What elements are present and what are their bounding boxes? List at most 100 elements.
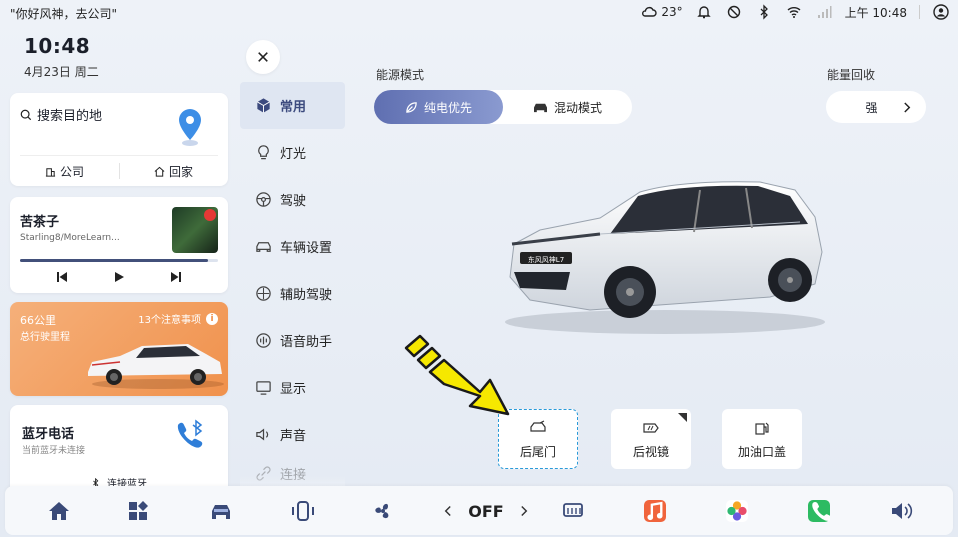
previous-icon xyxy=(57,272,68,282)
close-button[interactable] xyxy=(246,40,280,74)
dock-home-button[interactable] xyxy=(45,498,73,524)
dock-photos-app[interactable] xyxy=(723,498,751,524)
hybrid-car-icon xyxy=(533,103,547,112)
navigation-card[interactable]: 搜索目的地 公司 回家 xyxy=(10,93,228,186)
more-options-corner xyxy=(678,413,687,422)
car-icon xyxy=(254,238,272,256)
mini-car-image xyxy=(88,344,224,389)
status-time: 上午 10:48 xyxy=(844,5,907,20)
menu-item-lights[interactable]: 灯光 xyxy=(240,129,345,176)
dock-fan-button[interactable] xyxy=(369,498,397,524)
date: 4月23日 周二 xyxy=(24,65,99,79)
energy-option-ev-label: 纯电优先 xyxy=(423,100,472,115)
nav-work-label: 公司 xyxy=(59,165,84,179)
song-artist: Starling8/MoreLearn... xyxy=(20,233,120,243)
energy-option-ev[interactable]: 纯电优先 xyxy=(374,90,503,124)
previous-track-button[interactable] xyxy=(52,269,72,285)
tailgate-icon xyxy=(530,419,546,432)
fan-decrease-icon[interactable] xyxy=(443,504,452,518)
no-disturb-icon[interactable] xyxy=(725,3,743,21)
energy-mode-toggle[interactable]: 纯电优先 混动模式 xyxy=(374,90,632,124)
range-card[interactable]: 66公里 总行驶里程 13个注意事项 i xyxy=(10,302,228,396)
signal-icon xyxy=(815,3,833,21)
energy-option-hybrid[interactable]: 混动模式 xyxy=(503,90,632,124)
song-title: 苦茶子 xyxy=(20,215,60,230)
music-progress[interactable] xyxy=(20,259,218,262)
menu-label-driver-assist: 辅助驾驶 xyxy=(280,288,333,303)
bluetooth-icon[interactable] xyxy=(755,3,773,21)
wifi-icon[interactable] xyxy=(785,3,803,21)
info-icon: i xyxy=(206,312,218,325)
menu-label-common: 常用 xyxy=(280,100,307,115)
chevron-right-icon xyxy=(904,101,911,113)
dock-defrost-button[interactable] xyxy=(559,498,587,524)
temperature: 23° xyxy=(661,5,683,19)
menu-label-sound: 声音 xyxy=(280,429,307,444)
dock-seat-button[interactable] xyxy=(289,498,317,524)
regen-selector[interactable]: 强 xyxy=(826,91,926,123)
display-icon xyxy=(254,379,272,397)
music-card[interactable]: 苦茶子 Starling8/MoreLearn... xyxy=(10,197,228,293)
nav-home-button[interactable]: 回家 xyxy=(119,163,228,180)
rear-defrost-icon xyxy=(563,503,583,517)
tailgate-button[interactable]: 后尾门 xyxy=(498,409,578,469)
status-bar: "你好风神，去公司" 23° 上午 10:48 xyxy=(0,0,958,26)
phone-bluetooth-icon xyxy=(177,419,203,448)
search-label: 搜索目的地 xyxy=(37,109,103,124)
bt-status: 当前蓝牙未连接 xyxy=(22,446,86,456)
next-icon xyxy=(170,272,181,282)
menu-label-display: 显示 xyxy=(280,382,307,397)
settings-menu: 常用 灯光 驾驶 车辆设置 辅助驾驶 语音助手 显示 声音 连接 xyxy=(240,82,345,488)
menu-item-display[interactable]: 显示 xyxy=(240,364,345,411)
dock-phone-app[interactable] xyxy=(805,498,833,524)
menu-item-vehicle-settings[interactable]: 车辆设置 xyxy=(240,223,345,270)
dock-volume-button[interactable] xyxy=(887,498,915,524)
search-icon xyxy=(20,109,32,120)
dock-music-app[interactable] xyxy=(641,498,669,524)
bottom-dock: OFF xyxy=(5,486,953,535)
voice-icon xyxy=(254,332,272,350)
dock-vehicle-button[interactable] xyxy=(207,498,235,524)
steering-wheel-icon xyxy=(254,191,272,209)
play-button[interactable] xyxy=(109,269,129,285)
notice-button[interactable]: 13个注意事项 i xyxy=(138,311,218,326)
nav-work-button[interactable]: 公司 xyxy=(10,163,119,180)
mirror-button[interactable]: 后视镜 xyxy=(611,409,691,469)
bell-icon[interactable] xyxy=(695,3,713,21)
nav-search[interactable]: 搜索目的地 xyxy=(20,105,102,124)
fan-increase-icon[interactable] xyxy=(520,504,529,518)
next-track-button[interactable] xyxy=(166,269,186,285)
fuel-door-button[interactable]: 加油口盖 xyxy=(722,409,802,469)
energy-mode-label: 能源模式 xyxy=(376,68,425,82)
dock-apps-button[interactable] xyxy=(125,498,153,524)
nav-home-label: 回家 xyxy=(168,165,193,179)
user-avatar-icon[interactable] xyxy=(932,3,950,21)
leaf-icon xyxy=(406,101,417,113)
menu-item-common[interactable]: 常用 xyxy=(240,82,345,129)
regen-value: 强 xyxy=(865,100,878,115)
fuel-door-label: 加油口盖 xyxy=(737,444,786,459)
energy-option-hybrid-label: 混动模式 xyxy=(553,100,602,115)
bluetooth-card[interactable]: 蓝牙电话 当前蓝牙未连接 连接蓝牙 xyxy=(10,405,228,495)
fuel-door-icon xyxy=(755,422,769,435)
bt-title: 蓝牙电话 xyxy=(22,427,75,442)
building-icon xyxy=(45,168,56,177)
cloud-icon xyxy=(640,3,658,21)
flower-app-icon xyxy=(726,500,748,522)
play-icon xyxy=(114,272,124,282)
weather[interactable]: 23° xyxy=(640,3,683,21)
mirror-icon xyxy=(643,422,659,433)
menu-item-driver-assist[interactable]: 辅助驾驶 xyxy=(240,270,345,317)
album-art[interactable] xyxy=(172,207,218,253)
range-value: 66公里 xyxy=(20,314,56,327)
fan-speed-value: OFF xyxy=(468,501,504,521)
license-plate: 东风风神L7 xyxy=(528,255,564,264)
volume-icon xyxy=(892,503,913,519)
menu-label-vehicle-settings: 车辆设置 xyxy=(280,241,333,256)
menu-label-driving: 驾驶 xyxy=(280,194,307,209)
menu-item-voice-assistant[interactable]: 语音助手 xyxy=(240,317,345,364)
menu-item-sound[interactable]: 声音 xyxy=(240,411,345,458)
notice-label: 13个注意事项 xyxy=(138,315,201,326)
menu-item-driving[interactable]: 驾驶 xyxy=(240,176,345,223)
clock: 10:48 xyxy=(24,34,91,58)
